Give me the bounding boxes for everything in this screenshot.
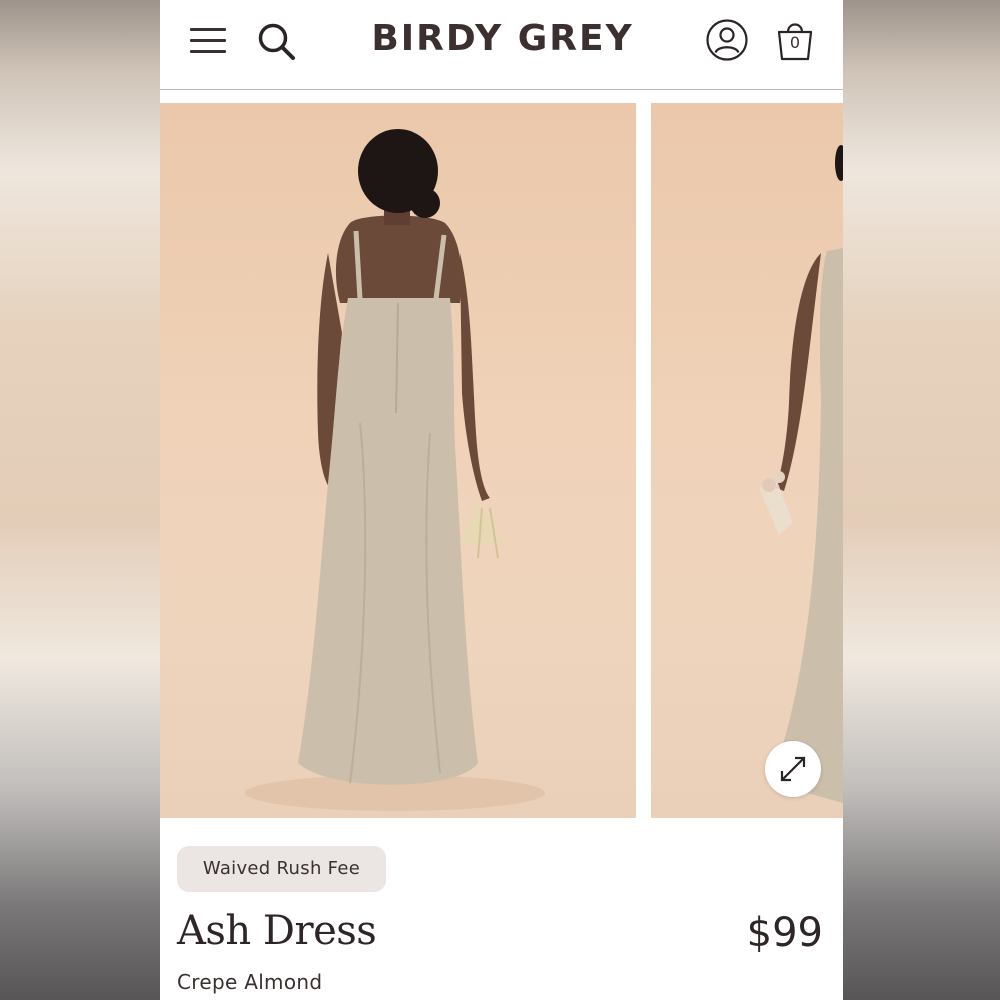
- backdrop-left: [0, 0, 160, 1000]
- product-price: $99: [746, 910, 823, 956]
- account-icon[interactable]: [705, 18, 749, 62]
- model-side-view-photo[interactable]: [651, 103, 843, 818]
- search-icon[interactable]: [256, 21, 298, 63]
- rush-fee-badge: Waived Rush Fee: [177, 846, 386, 892]
- bag-count: 0: [789, 33, 801, 52]
- model-back-view-photo[interactable]: [160, 103, 636, 818]
- product-color: Crepe Almond: [177, 970, 323, 994]
- expand-arrows-icon: [780, 756, 806, 782]
- product-gallery[interactable]: [160, 103, 843, 818]
- hamburger-menu-icon[interactable]: [188, 26, 228, 56]
- site-header: BIRDY GREY 0: [160, 0, 843, 90]
- product-name: Ash Dress: [177, 908, 377, 954]
- backdrop-right: [843, 0, 1000, 1000]
- expand-image-button[interactable]: [765, 741, 821, 797]
- phone-screen: BIRDY GREY 0 Waived Rush Fee Ash Dress $…: [160, 0, 843, 1000]
- brand-logo[interactable]: BIRDY GREY: [360, 18, 645, 59]
